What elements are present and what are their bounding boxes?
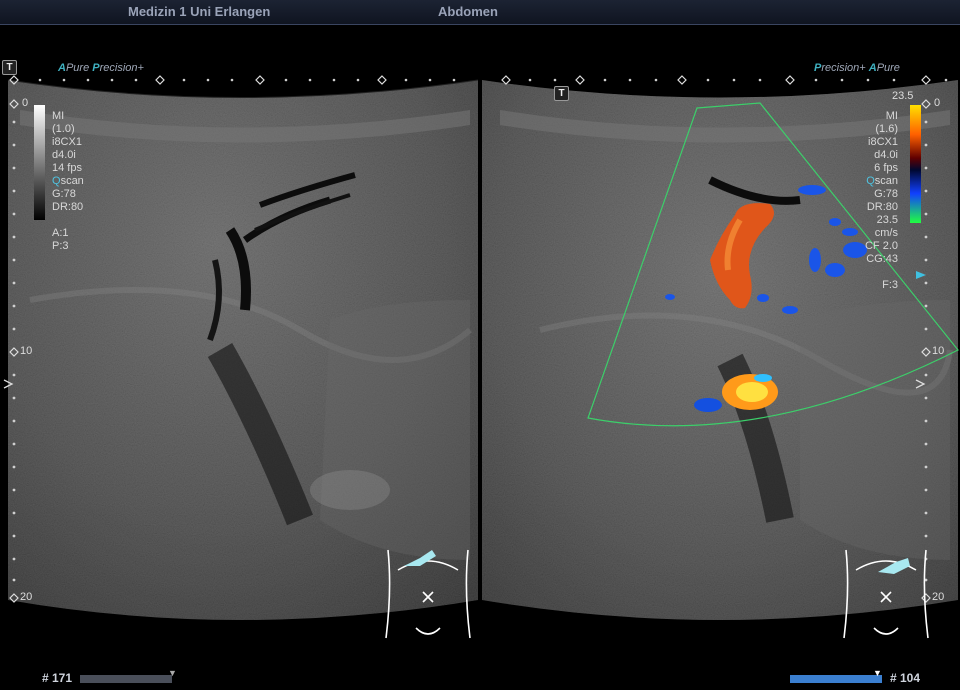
right-parameter-list: MI (1.6) i8CX1 d4.0i 6 fps Qscan G:78 DR… [864,110,898,291]
ultrasound-images [3,75,959,639]
color-scale-top-label: 23.5 [892,90,914,102]
color-flow-scale-bar [910,105,921,223]
ruler-diamond-icon [575,75,585,85]
left-cine-marker-icon: ▼ [168,668,177,678]
left-lateral-ruler [38,78,456,82]
trackball-marker-icon[interactable]: T [2,60,17,75]
right-depth-label-20: 20 [932,591,945,603]
left-frame-counter: # 171 [42,671,73,685]
left-depth-label-10: 10 [20,345,33,357]
right-mode-title: Precision+ APure [814,62,900,74]
gray-scale-bar [34,105,45,220]
left-cine-bar[interactable] [80,675,172,683]
right-lateral-ruler [528,78,948,82]
left-mode-title: APure Precision+ [58,62,144,74]
ruler-diamond-icon [785,75,795,85]
ruler-diamond-icon [255,75,265,85]
ruler-diamond-icon [501,75,511,85]
ruler-diamond-icon [677,75,687,85]
right-cine-marker-icon: ▼ [873,668,882,678]
ruler-diamond-icon [921,75,931,85]
trackball-marker-icon[interactable]: T [554,86,569,101]
left-depth-label-20: 20 [20,591,33,603]
ruler-diamond-icon [377,75,387,85]
right-frame-counter: # 104 [890,671,921,685]
left-parameter-list: MI (1.0) i8CX1 d4.0i 14 fps Qscan G:78 D… [52,110,84,252]
left-depth-label-0: 0 [22,97,29,109]
ruler-diamond-icon [155,75,165,85]
right-depth-label-10: 10 [932,345,945,357]
right-depth-label-0: 0 [934,97,941,109]
right-cine-bar[interactable] [790,675,882,683]
